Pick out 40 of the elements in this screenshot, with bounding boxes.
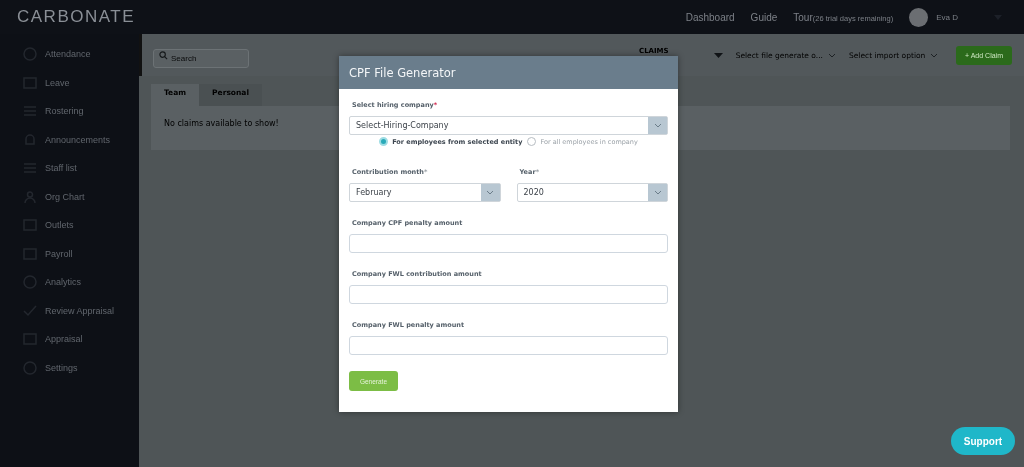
chevron-icon [827,52,836,58]
circle-icon [23,47,37,62]
hiring-company-select[interactable]: Select-Hiring-Company [349,116,668,135]
caret-icon[interactable] [713,52,723,58]
year-select[interactable]: 2020 [516,183,668,202]
nav-link[interactable]: Dashboard [685,11,735,23]
nav-link[interactable]: Guide [750,11,778,23]
chevron-icon [648,117,667,134]
chevron-icon [930,52,939,58]
month-select[interactable]: February [349,183,501,202]
person-icon [23,189,37,204]
dialog-title: CPF File Generator [339,56,678,89]
brand-logo: CARBONATE [16,7,137,27]
input-field[interactable] [349,336,668,355]
avatar-icon[interactable] [909,7,929,27]
input-field[interactable] [349,285,668,304]
input-field[interactable] [349,234,668,253]
sidebar-item[interactable]: Analytics [0,268,139,297]
sidebar-item[interactable]: Announcements [0,125,139,154]
sidebar-item[interactable]: Settings [0,353,139,382]
sidebar-item[interactable]: Staff list [0,154,139,183]
empty-message: No claims available to show! [164,119,279,128]
chevron-icon [648,184,667,201]
settings-icon [23,360,37,375]
sidebar-item[interactable]: Payroll [0,239,139,268]
user-name[interactable]: Eva D [936,12,958,22]
circle-icon [23,275,37,290]
radio-button[interactable] [379,137,389,146]
sidebar-item[interactable]: Leave [0,68,139,97]
sidebar-item[interactable]: Attendance [0,40,139,69]
chevron-icon [480,184,500,201]
checkmark-icon [23,303,37,318]
sidebar-item[interactable]: Org Chart [0,182,139,211]
sidebar-item[interactable]: Appraisal [0,325,139,354]
sidebar-item[interactable]: Review Appraisal [0,296,139,325]
search-icon [159,50,168,60]
support-button[interactable]: Support [951,427,1015,455]
search-field[interactable]: Search [153,48,249,68]
sidebar-item[interactable]: Rostering [0,97,139,126]
sidebar-item[interactable]: Outlets [0,211,139,240]
